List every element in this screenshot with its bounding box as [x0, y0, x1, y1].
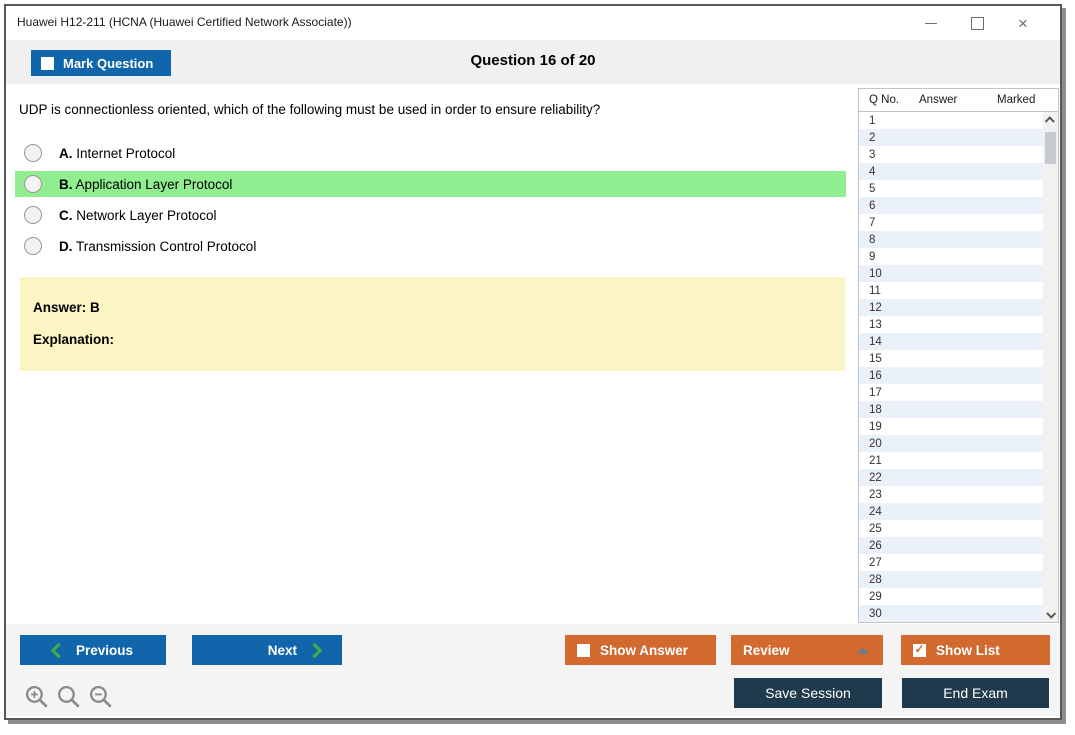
question-list-row[interactable]: 17	[859, 384, 1058, 401]
question-list-row[interactable]: 8	[859, 231, 1058, 249]
minimize-icon	[925, 22, 937, 24]
question-list-row[interactable]: 23	[859, 486, 1058, 503]
maximize-icon	[970, 16, 984, 30]
question-list-row[interactable]: 13	[859, 316, 1058, 333]
previous-button[interactable]: Previous	[20, 635, 166, 665]
chevron-left-icon	[50, 642, 67, 658]
question-list-row[interactable]: 20	[859, 435, 1058, 453]
window-controls: ×	[908, 8, 1046, 38]
question-list-row[interactable]: 29	[859, 588, 1058, 605]
header-strip: Mark Question Question 16 of 20	[6, 40, 1060, 84]
app-window: Huawei H12-211 (HCNA (Huawei Certified N…	[4, 4, 1062, 720]
option-label: C. Network Layer Protocol	[59, 207, 217, 223]
option-label: A. Internet Protocol	[59, 145, 176, 161]
option-c[interactable]: C. Network Layer Protocol	[15, 202, 846, 228]
question-list: 1 2 3 4 5 6 7 8 9 10 11 12 13 14 15 16 17 18 19 20 21 22 23 24 2…	[859, 111, 1058, 622]
close-button[interactable]: ×	[1000, 8, 1046, 38]
minimize-button[interactable]	[908, 8, 954, 38]
question-list-row[interactable]: 27	[859, 554, 1058, 571]
review-dropdown-button[interactable]: Review	[731, 635, 883, 665]
radio-button[interactable]	[24, 237, 42, 255]
save-session-button[interactable]: Save Session	[734, 678, 882, 708]
question-list-row[interactable]: 16	[859, 367, 1058, 385]
previous-label: Previous	[75, 642, 134, 658]
question-list-panel: Q No. Answer Marked 1 2 3 4 5 6 7 8 9 10 11 12 13 14 1…	[858, 88, 1059, 623]
question-list-row[interactable]: 30	[859, 605, 1058, 622]
question-list-row[interactable]: 4	[859, 163, 1058, 181]
show-answer-checkbox[interactable]	[577, 643, 590, 657]
show-list-button[interactable]: ✓ Show List	[901, 635, 1050, 665]
zoom-out-icon[interactable]	[88, 684, 113, 709]
option-b[interactable]: B. Application Layer Protocol	[15, 171, 846, 197]
scrollbar[interactable]	[1043, 112, 1058, 622]
show-answer-button[interactable]: Show Answer	[565, 635, 716, 665]
question-list-row[interactable]: 2	[859, 129, 1058, 147]
option-label: B. Application Layer Protocol	[59, 176, 233, 192]
maximize-button[interactable]	[954, 8, 1000, 38]
show-answer-label: Show Answer	[600, 642, 689, 658]
option-d[interactable]: D. Transmission Control Protocol	[15, 233, 846, 259]
review-label: Review	[743, 642, 790, 658]
question-list-row[interactable]: 11	[859, 282, 1058, 299]
answer-label: Answer: B	[33, 300, 100, 315]
chevron-up-icon	[857, 646, 869, 654]
option-label: D. Transmission Control Protocol	[59, 238, 257, 254]
question-list-row[interactable]: 15	[859, 350, 1058, 367]
question-counter: Question 16 of 20	[470, 52, 596, 69]
question-list-header: Q No. Answer Marked	[859, 89, 1058, 111]
close-icon: ×	[1018, 13, 1028, 33]
question-list-row[interactable]: 28	[859, 571, 1058, 589]
question-list-row[interactable]: 25	[859, 520, 1058, 537]
next-button[interactable]: Next	[192, 635, 342, 665]
question-list-row[interactable]: 6	[859, 197, 1058, 215]
explanation-label: Explanation:	[33, 332, 115, 347]
question-list-row[interactable]: 18	[859, 401, 1058, 419]
question-list-row[interactable]: 10	[859, 265, 1058, 283]
radio-button[interactable]	[24, 175, 42, 193]
zoom-reset-icon[interactable]	[56, 684, 81, 709]
zoom-toolbar	[24, 684, 113, 709]
question-list-row[interactable]: 9	[859, 248, 1058, 265]
scrollbar-thumb[interactable]	[1045, 132, 1056, 164]
question-list-row[interactable]: 12	[859, 299, 1058, 317]
window-title: Huawei H12-211 (HCNA (Huawei Certified N…	[17, 15, 352, 29]
question-list-row[interactable]: 5	[859, 180, 1058, 197]
question-list-row[interactable]: 24	[859, 503, 1058, 521]
question-list-row[interactable]: 19	[859, 418, 1058, 435]
end-exam-label: End Exam	[943, 685, 1008, 701]
radio-button[interactable]	[24, 206, 42, 224]
question-list-row[interactable]: 3	[859, 146, 1058, 163]
save-session-label: Save Session	[765, 685, 851, 701]
show-list-checkbox[interactable]: ✓	[913, 643, 926, 657]
column-header-marked: Marked	[997, 94, 1036, 106]
column-header-answer: Answer	[919, 94, 958, 106]
question-list-row[interactable]: 1	[859, 112, 1058, 129]
scroll-down-icon[interactable]	[1043, 606, 1058, 622]
question-list-row[interactable]: 22	[859, 469, 1058, 487]
scroll-up-icon[interactable]	[1043, 112, 1058, 128]
answer-box: Answer: B Explanation:	[20, 277, 845, 371]
question-text: UDP is connectionless oriented, which of…	[19, 102, 601, 117]
column-header-qno: Q No.	[869, 94, 900, 106]
show-list-label: Show List	[936, 642, 1000, 658]
end-exam-button[interactable]: End Exam	[902, 678, 1049, 708]
next-label: Next	[267, 642, 297, 658]
bottom-bar: Previous Next Show Answer Review ✓ Show …	[6, 624, 1060, 716]
question-list-row[interactable]: 7	[859, 214, 1058, 231]
zoom-in-icon[interactable]	[24, 684, 49, 709]
option-a[interactable]: A. Internet Protocol	[15, 140, 846, 166]
chevron-right-icon	[306, 642, 323, 658]
title-bar: Huawei H12-211 (HCNA (Huawei Certified N…	[6, 6, 1060, 40]
radio-button[interactable]	[24, 144, 42, 162]
question-list-row[interactable]: 26	[859, 537, 1058, 555]
question-list-row[interactable]: 21	[859, 452, 1058, 469]
question-list-row[interactable]: 14	[859, 333, 1058, 351]
